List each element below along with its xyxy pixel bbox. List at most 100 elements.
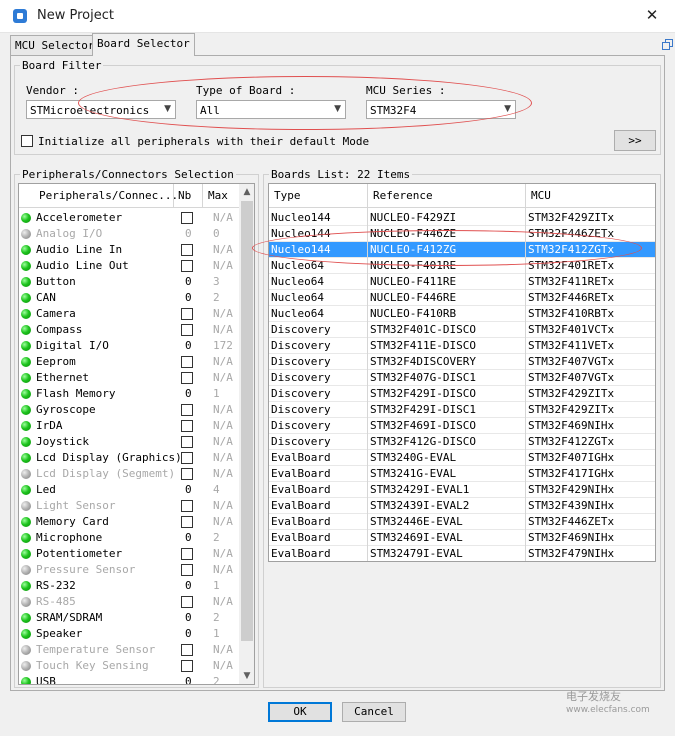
restore-icon[interactable]: [662, 39, 673, 50]
board-row[interactable]: Discovery STM32F411E-DISCO STM32F411VETx: [269, 338, 655, 354]
board-row[interactable]: EvalBoard STM32446E-EVAL STM32F446ZETx: [269, 514, 655, 530]
board-row[interactable]: EvalBoard STM32479I-EVAL STM32F479NIHx: [269, 546, 655, 561]
peripheral-row[interactable]: Ethernet N/A: [19, 370, 239, 386]
peripheral-row[interactable]: SRAM/SDRAM 0 2: [19, 610, 239, 626]
peripheral-nb-spinner[interactable]: 0: [185, 611, 192, 625]
peripheral-checkbox[interactable]: [181, 436, 193, 448]
board-row[interactable]: Discovery STM32F407G-DISC1 STM32F407VGTx: [269, 370, 655, 386]
peripheral-nb-spinner[interactable]: 0: [185, 627, 192, 641]
peripheral-checkbox[interactable]: [181, 548, 193, 560]
type-of-board-select[interactable]: All ▼: [196, 100, 346, 119]
board-row[interactable]: Discovery STM32F412G-DISCO STM32F412ZGTx: [269, 434, 655, 450]
board-row[interactable]: EvalBoard STM32429I-EVAL1 STM32F429NIHx: [269, 482, 655, 498]
peripheral-checkbox[interactable]: [181, 516, 193, 528]
peripheral-row[interactable]: Audio Line Out N/A: [19, 258, 239, 274]
peripheral-row[interactable]: Touch Key Sensing N/A: [19, 658, 239, 674]
peripheral-nb-spinner[interactable]: 0: [185, 531, 192, 545]
col-reference[interactable]: Reference: [373, 189, 433, 203]
peripheral-row[interactable]: Accelerometer N/A: [19, 210, 239, 226]
peripheral-checkbox[interactable]: [181, 324, 193, 336]
peripheral-nb-spinner[interactable]: 0: [185, 275, 192, 289]
peripheral-row[interactable]: Lcd Display (Graphics) N/A: [19, 450, 239, 466]
peripheral-row[interactable]: RS-485 N/A: [19, 594, 239, 610]
peripheral-row[interactable]: Pressure Sensor N/A: [19, 562, 239, 578]
col-type[interactable]: Type: [274, 189, 301, 203]
tab-mcu-selector[interactable]: MCU Selector: [10, 35, 100, 55]
peripheral-checkbox[interactable]: [181, 564, 193, 576]
board-row[interactable]: Discovery STM32F401C-DISCO STM32F401VCTx: [269, 322, 655, 338]
peripheral-row[interactable]: CAN 0 2: [19, 290, 239, 306]
peripheral-row[interactable]: IrDA N/A: [19, 418, 239, 434]
peripheral-row[interactable]: Compass N/A: [19, 322, 239, 338]
peripheral-row[interactable]: Microphone 0 2: [19, 530, 239, 546]
board-row[interactable]: Discovery STM32F429I-DISC1 STM32F429ZITx: [269, 402, 655, 418]
peripheral-row[interactable]: USB 0 2: [19, 674, 239, 684]
col-max[interactable]: Max: [208, 189, 228, 203]
board-row[interactable]: Nucleo64 NUCLEO-F446RE STM32F446RETx: [269, 290, 655, 306]
peripherals-scrollbar[interactable]: ▲ ▼: [239, 184, 254, 684]
peripheral-row[interactable]: Lcd Display (Segmemt) N/A: [19, 466, 239, 482]
peripheral-row[interactable]: Joystick N/A: [19, 434, 239, 450]
col-peripherals[interactable]: Peripherals/Connec...: [39, 189, 178, 203]
expand-button[interactable]: >>: [614, 130, 656, 151]
board-row[interactable]: EvalBoard STM3241G-EVAL STM32F417IGHx: [269, 466, 655, 482]
scroll-up-icon[interactable]: ▲: [239, 184, 254, 200]
board-row[interactable]: Nucleo144 NUCLEO-F429ZI STM32F429ZITx: [269, 210, 655, 226]
peripheral-checkbox[interactable]: [181, 644, 193, 656]
vendor-select[interactable]: STMicroelectronics ▼: [26, 100, 176, 119]
peripheral-checkbox[interactable]: [181, 420, 193, 432]
board-row[interactable]: Nucleo64 NUCLEO-F411RE STM32F411RETx: [269, 274, 655, 290]
peripheral-row[interactable]: RS-232 0 1: [19, 578, 239, 594]
board-row[interactable]: Discovery STM32F4DISCOVERY STM32F407VGTx: [269, 354, 655, 370]
peripheral-checkbox[interactable]: [181, 596, 193, 608]
peripheral-row[interactable]: Audio Line In N/A: [19, 242, 239, 258]
tab-board-selector[interactable]: Board Selector: [92, 33, 195, 56]
peripheral-nb-spinner[interactable]: 0: [185, 579, 192, 593]
peripheral-checkbox[interactable]: [181, 660, 193, 672]
board-row[interactable]: EvalBoard STM3240G-EVAL STM32F407IGHx: [269, 450, 655, 466]
peripheral-row[interactable]: Led 0 4: [19, 482, 239, 498]
peripheral-checkbox[interactable]: [181, 452, 193, 464]
board-row[interactable]: EvalBoard STM32469I-EVAL STM32F469NIHx: [269, 530, 655, 546]
board-row[interactable]: Nucleo144 NUCLEO-F446ZE STM32F446ZETx: [269, 226, 655, 242]
peripheral-row[interactable]: Button 0 3: [19, 274, 239, 290]
peripheral-nb-spinner[interactable]: 0: [185, 227, 192, 241]
cancel-button[interactable]: Cancel: [342, 702, 406, 722]
peripheral-nb-spinner[interactable]: 0: [185, 387, 192, 401]
peripheral-row[interactable]: Memory Card N/A: [19, 514, 239, 530]
board-row[interactable]: Discovery STM32F429I-DISCO STM32F429ZITx: [269, 386, 655, 402]
peripheral-row[interactable]: Analog I/O 0 0: [19, 226, 239, 242]
peripheral-row[interactable]: Speaker 0 1: [19, 626, 239, 642]
col-nb[interactable]: Nb: [178, 189, 191, 203]
board-row[interactable]: Nucleo144 NUCLEO-F412ZG STM32F412ZGTx: [269, 242, 655, 258]
peripheral-nb-spinner[interactable]: 0: [185, 483, 192, 497]
board-row[interactable]: EvalBoard STM32439I-EVAL2 STM32F439NIHx: [269, 498, 655, 514]
peripheral-checkbox[interactable]: [181, 500, 193, 512]
peripheral-nb-spinner[interactable]: 0: [185, 291, 192, 305]
peripheral-row[interactable]: Light Sensor N/A: [19, 498, 239, 514]
mcu-series-select[interactable]: STM32F4 ▼: [366, 100, 516, 119]
peripheral-nb-spinner[interactable]: 0: [185, 675, 192, 684]
col-mcu[interactable]: MCU: [531, 189, 551, 203]
board-row[interactable]: Discovery STM32F469I-DISCO STM32F469NIHx: [269, 418, 655, 434]
peripheral-checkbox[interactable]: [181, 356, 193, 368]
peripheral-row[interactable]: Temperature Sensor N/A: [19, 642, 239, 658]
board-row[interactable]: Nucleo64 NUCLEO-F401RE STM32F401RETx: [269, 258, 655, 274]
peripheral-row[interactable]: Digital I/O 0 172: [19, 338, 239, 354]
scroll-thumb[interactable]: [241, 201, 253, 641]
peripheral-checkbox[interactable]: [181, 308, 193, 320]
scroll-down-icon[interactable]: ▼: [239, 668, 254, 684]
peripheral-row[interactable]: Eeprom N/A: [19, 354, 239, 370]
peripheral-checkbox[interactable]: [181, 260, 193, 272]
peripheral-row[interactable]: Flash Memory 0 1: [19, 386, 239, 402]
peripheral-checkbox[interactable]: [181, 372, 193, 384]
peripheral-row[interactable]: Gyroscope N/A: [19, 402, 239, 418]
init-peripherals-checkbox[interactable]: [21, 135, 33, 147]
board-row[interactable]: Nucleo64 NUCLEO-F410RB STM32F410RBTx: [269, 306, 655, 322]
close-button[interactable]: ✕: [629, 0, 675, 31]
peripheral-checkbox[interactable]: [181, 212, 193, 224]
peripheral-checkbox[interactable]: [181, 244, 193, 256]
peripheral-row[interactable]: Potentiometer N/A: [19, 546, 239, 562]
peripheral-checkbox[interactable]: [181, 404, 193, 416]
peripheral-checkbox[interactable]: [181, 468, 193, 480]
